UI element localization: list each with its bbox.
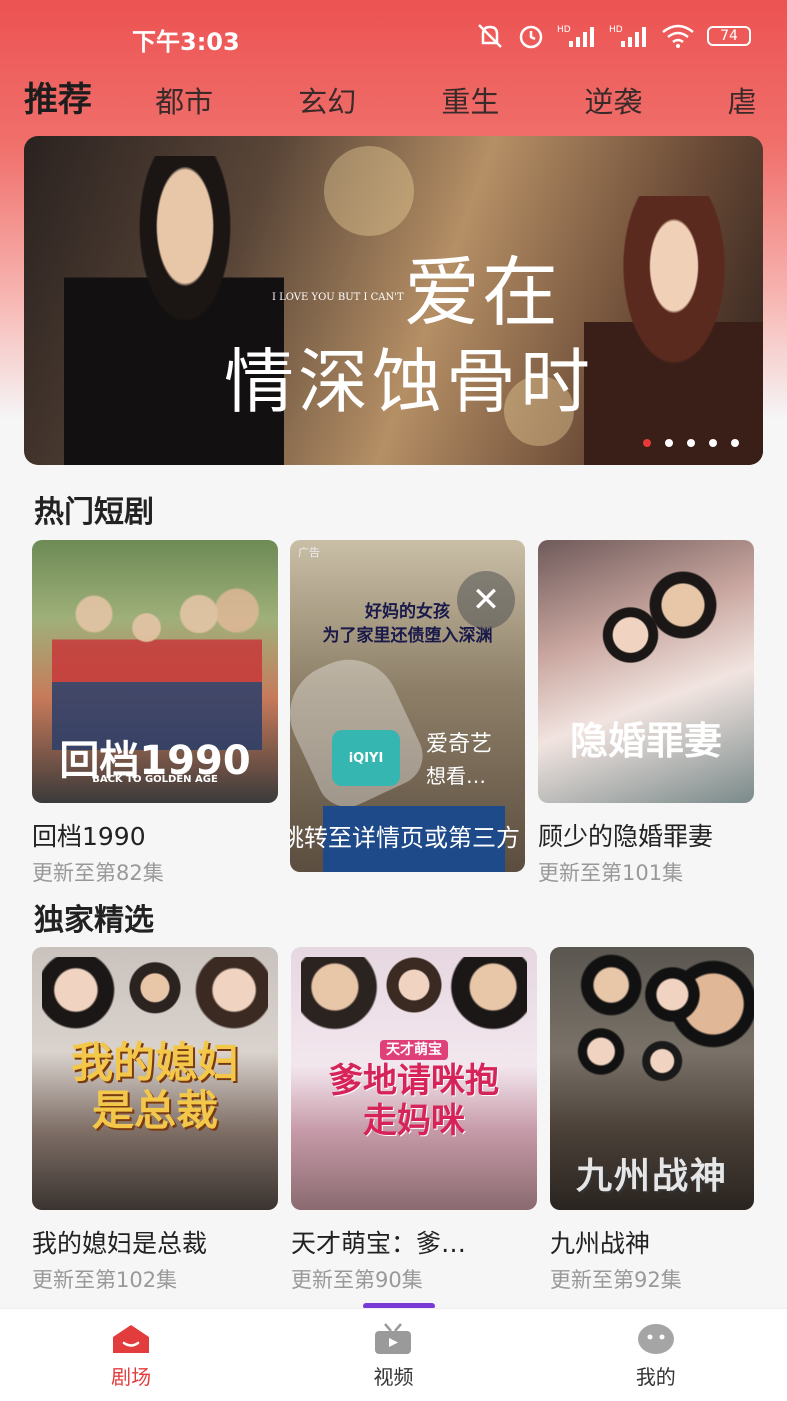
section-title-exclusive: 独家精选: [34, 903, 154, 938]
poster-title: 九州战神: [575, 1156, 728, 1197]
nav-label: 剧场: [111, 1365, 152, 1389]
drama-episodes: 更新至第101集: [538, 861, 684, 885]
iqiyi-logo-icon: iQIYI: [332, 730, 400, 786]
tab-fantasy[interactable]: 玄幻: [298, 79, 356, 121]
close-icon[interactable]: ✕: [457, 571, 515, 629]
banner-title-top: 爱在: [404, 248, 560, 337]
tv-icon: [375, 1323, 412, 1354]
drama-card[interactable]: 回档1990 BACK TO GOLDEN AGE 回档1990 更新至第82集: [32, 540, 278, 887]
drama-episodes: 更新至第90集: [291, 1268, 423, 1292]
carousel-dot[interactable]: [665, 439, 673, 447]
drama-episodes: 更新至第82集: [32, 861, 164, 885]
carousel-dots: [643, 439, 739, 447]
svg-text:HD: HD: [609, 25, 623, 35]
profile-icon: [637, 1324, 674, 1354]
category-tabs: 推荐 都市 玄幻 重生 逆袭 虐: [24, 72, 787, 122]
drama-poster[interactable]: 隐婚罪妻: [538, 540, 754, 803]
nav-profile[interactable]: 我的: [525, 1309, 787, 1401]
ad-cta-button[interactable]: 跳转至详情页或第三方: [290, 818, 525, 864]
signal-icon-2: HD: [609, 25, 646, 47]
drama-card[interactable]: 天才萌宝 爹地请咪抱走妈咪 天才萌宝：爹… 更新至第90集: [291, 947, 537, 1294]
ad-brand: 爱奇艺: [426, 732, 493, 757]
carousel-dot[interactable]: [731, 439, 739, 447]
tab-recommend[interactable]: 推荐: [24, 72, 92, 121]
tab-counterattack[interactable]: 逆袭: [584, 79, 642, 121]
poster-tag: 天才萌宝: [291, 1039, 537, 1060]
drama-card[interactable]: 九州战神 九州战神 更新至第92集: [550, 947, 754, 1294]
banner-actor-female: [584, 196, 763, 465]
section-title-hot: 热门短剧: [34, 495, 154, 530]
ad-label: 广告: [298, 546, 320, 559]
status-time: 下午3:03: [132, 28, 240, 56]
drama-title[interactable]: 回档1990: [32, 817, 278, 853]
nav-label: 视频: [373, 1365, 414, 1389]
battery-indicator: 74: [707, 26, 751, 46]
banner-subtitle: I LOVE YOU BUT I CAN'T: [272, 292, 404, 303]
carousel-dot[interactable]: [709, 439, 717, 447]
banner-carousel[interactable]: I LOVE YOU BUT I CAN'T 爱在 情深蚀骨时: [24, 136, 763, 465]
signal-icon: HD: [557, 25, 594, 47]
svg-text:HD: HD: [557, 25, 571, 35]
bottom-nav: 剧场 视频 我的: [0, 1308, 787, 1401]
poster-subtitle: BACK TO GOLDEN AGE: [92, 774, 218, 785]
drama-poster[interactable]: 回档1990 BACK TO GOLDEN AGE: [32, 540, 278, 803]
drama-title[interactable]: 九州战神: [550, 1224, 754, 1260]
drama-title[interactable]: 顾少的隐婚罪妻: [538, 817, 754, 853]
poster-cast: [578, 560, 728, 710]
banner-bokeh: [324, 146, 414, 236]
carousel-dot[interactable]: [643, 439, 651, 447]
alarm-icon: [519, 25, 543, 49]
drama-title[interactable]: 我的媳妇是总裁: [32, 1224, 278, 1260]
drama-poster[interactable]: 我的媳妇是总裁: [32, 947, 278, 1210]
banner-title-bottom: 情深蚀骨时: [224, 341, 594, 423]
mute-icon: [478, 24, 502, 48]
drama-poster[interactable]: 九州战神: [550, 947, 754, 1210]
poster-title: 爹地请咪抱走妈咪: [329, 1061, 499, 1141]
ad-cta-label: 跳转至详情页或第三方: [290, 824, 520, 852]
status-bar: 下午3:03 HD HD 74: [0, 0, 787, 70]
drama-card[interactable]: 我的媳妇是总裁 我的媳妇是总裁 更新至第102集: [32, 947, 278, 1294]
poster-tag-label: 天才萌宝: [380, 1040, 448, 1060]
status-icons: HD HD 74: [475, 22, 751, 50]
poster-cast: [52, 580, 262, 750]
poster-title: 我的媳妇是总裁: [70, 1038, 239, 1135]
drama-episodes: 更新至第92集: [550, 1268, 682, 1292]
carousel-dot[interactable]: [687, 439, 695, 447]
tab-angst[interactable]: 虐: [728, 79, 757, 121]
drama-episodes: 更新至第102集: [32, 1268, 178, 1292]
drama-card[interactable]: 隐婚罪妻 顾少的隐婚罪妻 更新至第101集: [538, 540, 754, 887]
tab-rebirth[interactable]: 重生: [441, 79, 499, 121]
tab-urban[interactable]: 都市: [155, 79, 213, 121]
wifi-icon: [662, 24, 694, 48]
drama-title[interactable]: 天才萌宝：爹…: [291, 1224, 537, 1260]
nav-theater[interactable]: 剧场: [0, 1309, 262, 1401]
poster-title: 隐婚罪妻: [569, 718, 722, 763]
drama-poster[interactable]: 天才萌宝 爹地请咪抱走妈咪: [291, 947, 537, 1210]
theater-icon: [113, 1325, 150, 1353]
nav-video[interactable]: 视频: [262, 1309, 524, 1401]
poster-cast: [550, 947, 754, 1137]
nav-label: 我的: [635, 1365, 676, 1389]
ad-want: 想看…: [426, 764, 486, 788]
